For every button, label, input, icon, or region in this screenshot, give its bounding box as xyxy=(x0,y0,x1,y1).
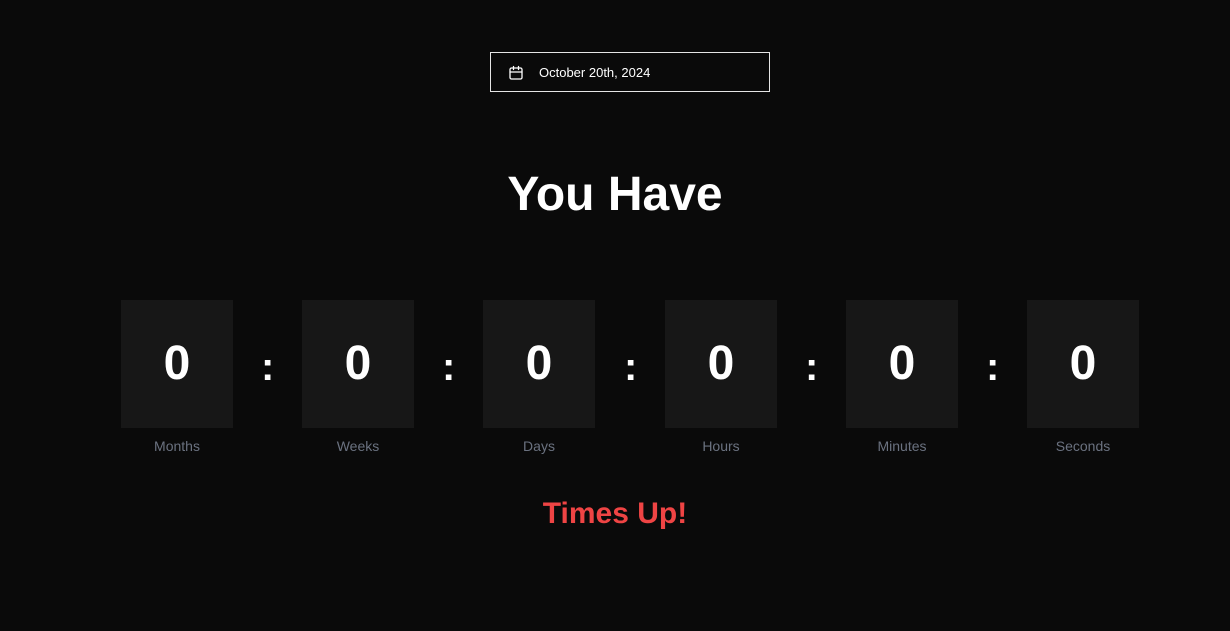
separator: : xyxy=(986,345,1000,389)
countdown-timer: 0 Months : 0 Weeks : 0 Days : 0 Hours : xyxy=(0,300,1230,460)
calendar-icon xyxy=(509,65,523,80)
selected-date: October 20th, 2024 xyxy=(539,65,651,80)
hours-value: 0 xyxy=(707,337,735,390)
countdown-unit-months: 0 Months xyxy=(121,300,233,454)
separator: : xyxy=(624,345,638,389)
countdown-box: 0 xyxy=(665,300,777,428)
separator: : xyxy=(805,345,819,389)
weeks-value: 0 xyxy=(344,337,372,390)
countdown-unit-minutes: 0 Minutes xyxy=(846,300,958,454)
countdown-unit-days: 0 Days xyxy=(483,300,595,454)
countdown-box: 0 xyxy=(1027,300,1139,428)
countdown-box: 0 xyxy=(846,300,958,428)
date-picker-button[interactable]: October 20th, 2024 xyxy=(490,52,770,92)
countdown-box: 0 xyxy=(302,300,414,428)
countdown-box: 0 xyxy=(121,300,233,428)
separator: : xyxy=(261,345,275,389)
countdown-page: October 20th, 2024 You Have 0 Months : 0… xyxy=(0,0,1230,631)
minutes-label: Minutes xyxy=(877,438,927,454)
months-label: Months xyxy=(154,438,200,454)
days-label: Days xyxy=(523,438,555,454)
countdown-box: 0 xyxy=(483,300,595,428)
days-value: 0 xyxy=(525,337,553,390)
hours-label: Hours xyxy=(702,438,740,454)
countdown-unit-seconds: 0 Seconds xyxy=(1027,300,1139,454)
minutes-value: 0 xyxy=(888,337,916,390)
page-title: You Have xyxy=(507,168,723,221)
weeks-label: Weeks xyxy=(336,438,380,454)
times-up-message: Times Up! xyxy=(542,497,688,530)
months-value: 0 xyxy=(163,337,191,390)
countdown-unit-hours: 0 Hours xyxy=(665,300,777,454)
seconds-value: 0 xyxy=(1069,337,1097,390)
separator: : xyxy=(442,345,456,389)
seconds-label: Seconds xyxy=(1055,438,1111,454)
countdown-unit-weeks: 0 Weeks xyxy=(302,300,414,454)
